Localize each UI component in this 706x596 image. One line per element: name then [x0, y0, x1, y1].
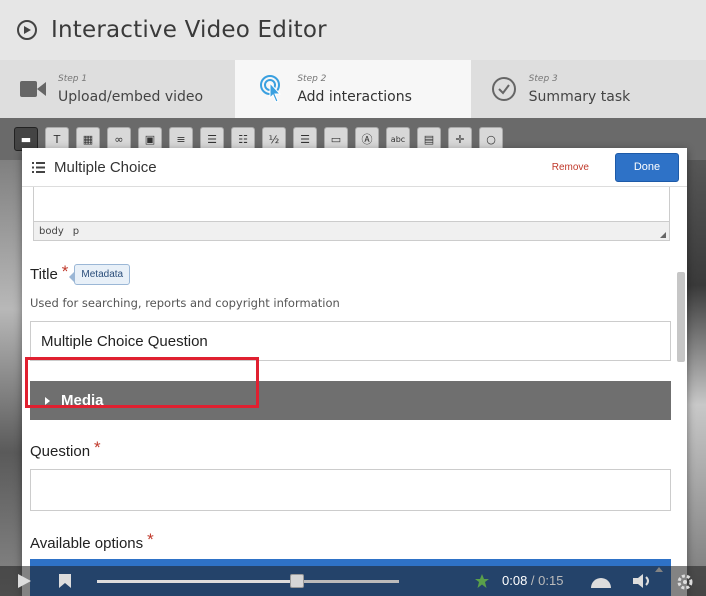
- play-icon[interactable]: [16, 573, 32, 593]
- done-button[interactable]: Done: [615, 152, 679, 182]
- rich-text-editor[interactable]: [33, 187, 670, 222]
- bookmark-icon[interactable]: [58, 573, 72, 593]
- player-controls: 0:08 / 0:15: [0, 566, 706, 596]
- video-camera-icon: [18, 74, 48, 104]
- step-number: Step 3: [528, 73, 558, 84]
- metadata-button[interactable]: Metadata: [69, 264, 131, 285]
- remove-button[interactable]: Remove: [552, 162, 589, 173]
- volume-icon[interactable]: [632, 573, 654, 593]
- options-label-text: Available options: [30, 534, 144, 552]
- editor-path-bar: body p: [33, 222, 670, 241]
- progress-scrubber[interactable]: [290, 574, 304, 588]
- dialog-header: Multiple Choice Remove Done: [22, 148, 687, 187]
- step-summary-task[interactable]: Step 3 Summary task: [471, 60, 706, 118]
- time-display: 0:08 / 0:15: [502, 573, 564, 588]
- settings-gear-icon[interactable]: [676, 573, 694, 595]
- duration: 0:15: [538, 573, 564, 588]
- media-label: Media: [61, 392, 104, 409]
- title-field-description: Used for searching, reports and copyrigh…: [30, 296, 340, 310]
- dialog-title: Multiple Choice: [54, 158, 157, 176]
- path-body[interactable]: body: [39, 226, 64, 237]
- touch-pointer-icon: [257, 74, 287, 104]
- question-label-text: Question: [30, 442, 91, 460]
- required-marker: *: [61, 261, 69, 281]
- required-marker: *: [147, 530, 154, 549]
- step-number: Step 1: [58, 73, 88, 84]
- list-icon: [32, 161, 45, 173]
- resize-handle-icon[interactable]: [660, 232, 666, 238]
- title-field-label: Title * Metadata: [30, 261, 670, 285]
- app-header: Interactive Video Editor: [0, 0, 706, 60]
- step-navigation: Step 1 Upload/embed video Step 2 Add int…: [0, 60, 706, 118]
- step-number: Step 2: [297, 73, 327, 84]
- check-circle-icon: [489, 74, 519, 104]
- required-marker: *: [94, 438, 101, 457]
- dialog-body: body p Title * Metadata Used for searchi…: [22, 187, 687, 596]
- title-label-text: Title: [30, 266, 58, 283]
- media-section-toggle[interactable]: Media: [30, 381, 671, 420]
- app-title: Interactive Video Editor: [51, 17, 327, 43]
- scrollbar-thumb[interactable]: [677, 272, 685, 362]
- multiple-choice-dialog: Multiple Choice Remove Done body p Title…: [22, 148, 687, 596]
- options-field-label: Available options *: [30, 530, 670, 553]
- star-icon[interactable]: [474, 573, 490, 593]
- question-field-label: Question *: [30, 438, 670, 461]
- step-label: Add interactions: [297, 88, 412, 105]
- current-time: 0:08: [502, 573, 528, 588]
- step-add-interactions[interactable]: Step 2 Add interactions: [235, 60, 471, 118]
- title-input[interactable]: Multiple Choice Question: [30, 321, 671, 361]
- progress-bar[interactable]: [97, 580, 399, 583]
- speed-icon[interactable]: [590, 573, 612, 593]
- play-circle-icon: [17, 20, 37, 40]
- step-upload-video[interactable]: Step 1 Upload/embed video: [0, 60, 235, 118]
- question-input[interactable]: [30, 469, 671, 511]
- step-label: Upload/embed video: [58, 88, 204, 105]
- step-label: Summary task: [528, 88, 631, 105]
- path-p[interactable]: p: [73, 226, 79, 237]
- caret-right-icon: [45, 396, 50, 405]
